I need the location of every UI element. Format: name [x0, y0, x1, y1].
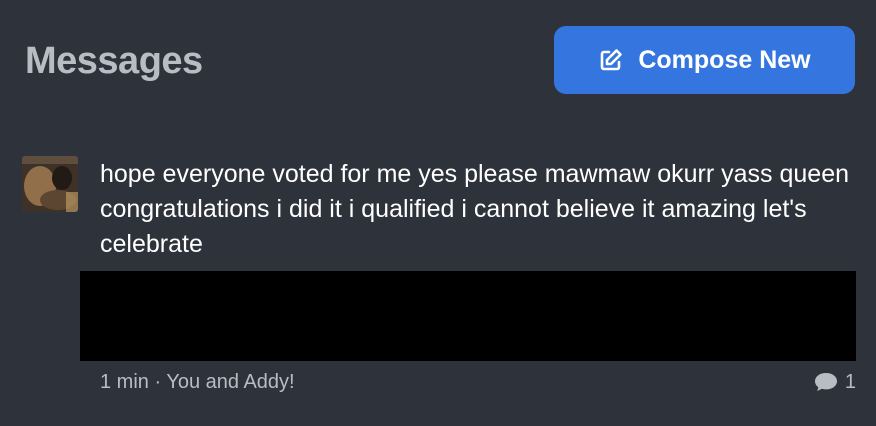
comment-icon: [813, 371, 839, 393]
page-title: Messages: [25, 40, 203, 82]
message-media[interactable]: [80, 271, 856, 361]
compose-new-button[interactable]: Compose New: [554, 26, 855, 94]
user-avatar[interactable]: [22, 156, 78, 212]
compose-new-label: Compose New: [638, 46, 811, 74]
message-meta: 1 min · You and Addy!: [100, 371, 295, 393]
message-text: hope everyone voted for me yes please ma…: [100, 160, 849, 258]
comment-button[interactable]: 1: [813, 368, 856, 396]
edit-icon: [598, 47, 624, 73]
comment-count: 1: [844, 371, 856, 393]
